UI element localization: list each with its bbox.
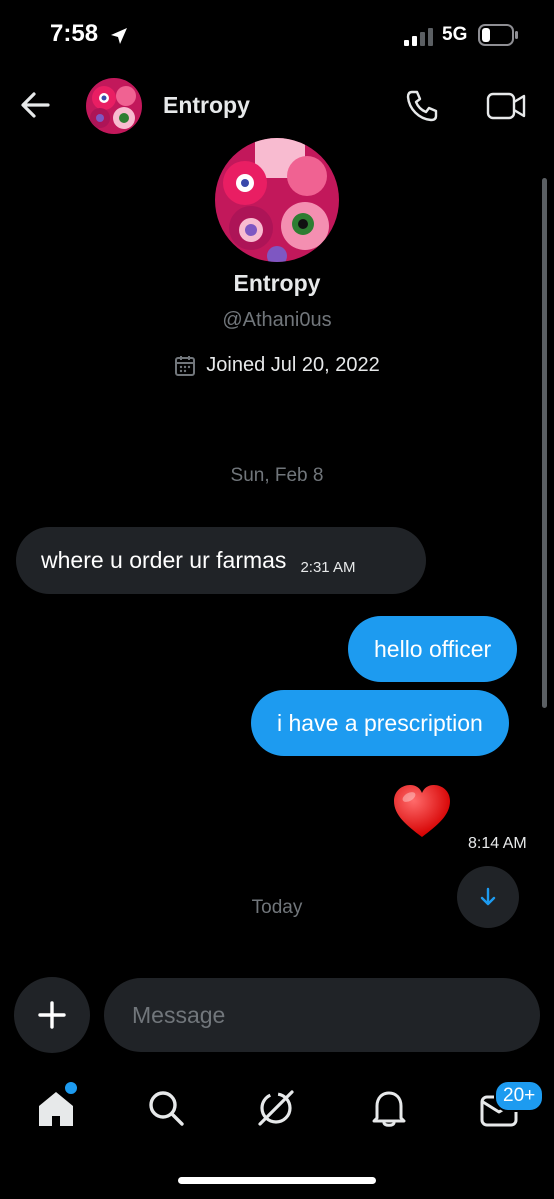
back-arrow-icon[interactable]	[18, 88, 52, 122]
heart-emoji-icon[interactable]	[392, 783, 452, 839]
battery-icon	[478, 24, 518, 46]
incoming-message[interactable]: where u order ur farmas 2:31 AM	[16, 527, 426, 594]
outgoing-message[interactable]: i have a prescription	[251, 690, 509, 756]
search-icon[interactable]	[146, 1088, 186, 1128]
grok-icon[interactable]	[256, 1088, 296, 1128]
message-input[interactable]	[104, 978, 540, 1052]
outgoing-message[interactable]: hello officer	[348, 616, 518, 682]
header-name[interactable]: Entropy	[163, 92, 250, 119]
profile-name: Entropy	[233, 270, 321, 296]
messages-badge: 20+	[494, 1080, 545, 1112]
video-call-icon[interactable]	[486, 90, 526, 122]
outgoing-time: 8:14 AM	[468, 835, 527, 852]
notifications-bell-icon[interactable]	[369, 1088, 409, 1128]
add-attachment-button[interactable]	[14, 977, 90, 1053]
profile-avatar[interactable]	[215, 138, 339, 262]
calendar-icon	[175, 355, 196, 376]
header-avatar[interactable]	[86, 78, 142, 134]
profile-handle: @Athani0us	[222, 309, 332, 331]
joined-row: Joined Jul 20, 2022	[0, 354, 554, 377]
notification-dot	[63, 1080, 79, 1096]
cellular-signal-icon	[404, 28, 433, 46]
scrollbar[interactable]	[542, 178, 547, 708]
message-time: 2:31 AM	[300, 559, 356, 576]
date-separator: Sun, Feb 8	[230, 465, 324, 486]
network-type: 5G	[442, 24, 468, 45]
joined-date: Joined Jul 20, 2022	[206, 354, 380, 376]
location-arrow-icon	[111, 28, 127, 44]
plus-icon	[38, 1001, 66, 1029]
status-time: 7:58	[50, 20, 99, 47]
phone-call-icon[interactable]	[404, 88, 440, 124]
home-indicator[interactable]	[178, 1177, 376, 1184]
date-separator-today: Today	[251, 897, 303, 918]
message-text: where u order ur farmas	[41, 547, 287, 573]
